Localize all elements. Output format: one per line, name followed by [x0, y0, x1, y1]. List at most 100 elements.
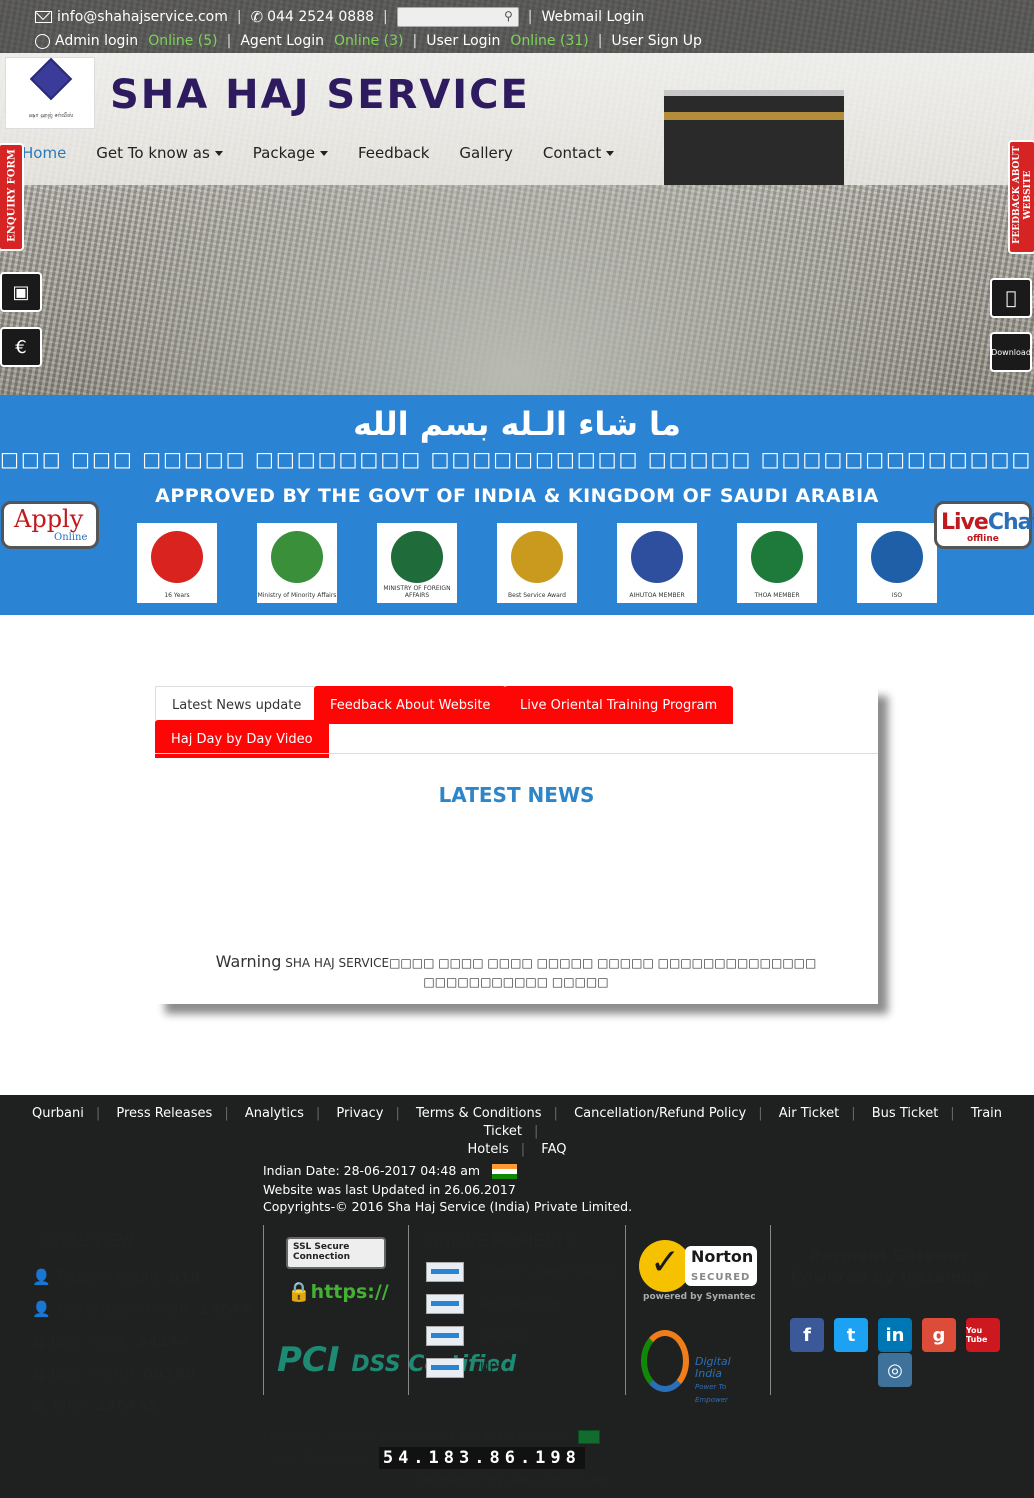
payment-label: Credit & Debit Cards	[480, 1264, 614, 1280]
pci-label: PCI	[277, 1340, 340, 1380]
badge-minority-affairs[interactable]: Ministry of Minority Affairs	[257, 523, 337, 603]
copyright: Copyrights-© 2016 Sha Haj Service (India…	[263, 1199, 633, 1214]
hijri-date: Hijri Date : Ithnin, 2 Shawwal 1438 AH 0…	[263, 1428, 601, 1444]
contact-row: info@shahajservice.com | ✆ 044 2524 0888…	[35, 7, 644, 27]
user-login-link[interactable]: User Login	[426, 33, 500, 49]
payment-net-banking: Net Banking	[426, 1294, 560, 1314]
youtube-icon[interactable]: You Tube	[966, 1318, 1000, 1352]
badge-experience[interactable]: 16 Years	[137, 523, 217, 603]
badge-caption: ISO	[891, 592, 903, 599]
currency-exchange-icon[interactable]: €	[0, 327, 42, 367]
digital-india-text: Digital India Power To Empower	[695, 1356, 759, 1406]
digital-india-name: Digital India	[695, 1355, 731, 1380]
badge-row: 16 Years Ministry of Minority Affairs MI…	[137, 523, 977, 603]
google-plus-icon[interactable]: g	[922, 1318, 956, 1352]
ip-label: Your IP Address :	[269, 1450, 373, 1466]
check-icon	[639, 1240, 691, 1292]
nav-contact[interactable]: Contact	[543, 144, 615, 162]
footer-link-press[interactable]: Press Releases	[116, 1106, 212, 1121]
badge-thoa[interactable]: THOA MEMBER	[737, 523, 817, 603]
tab-latest-news[interactable]: Latest News update	[155, 686, 319, 724]
badge-aihutoa[interactable]: AIHUTOA MEMBER	[617, 523, 697, 603]
linkedin-icon[interactable]: in	[878, 1318, 912, 1352]
feedback-about-website-tab[interactable]: FEEDBACK ABOUT WEBSITE	[1008, 140, 1034, 254]
payment-label: UPI	[480, 1360, 502, 1376]
site-logo[interactable]: ஷா ஹஜ் சர்வீஸ்	[5, 57, 95, 129]
admin-online-count: Online (5)	[148, 33, 218, 49]
footer-links: Qurbani | Press Releases | Analytics | Priv…	[31, 1106, 1003, 1157]
contact-email[interactable]: info@shahajservice.com	[57, 9, 228, 25]
gateway-line-2: Powered by Instamojo	[790, 1268, 990, 1286]
badge-iso[interactable]: ISO	[857, 523, 937, 603]
norton-secured: SECURED	[691, 1272, 751, 1283]
app-download-icon[interactable]: 	[990, 278, 1032, 318]
badge-mark	[871, 531, 923, 583]
nav-get-to-know-label: Get To know as	[96, 144, 210, 162]
nav-package[interactable]: Package	[253, 144, 328, 162]
admin-login-link[interactable]: Admin login	[55, 33, 138, 49]
instagram-icon[interactable]: ◎	[878, 1353, 912, 1387]
nav-get-to-know[interactable]: Get To know as	[96, 144, 223, 162]
payment-gateway-text: Payment Gateway Powered by Instamojo	[790, 1246, 990, 1288]
card-icon	[426, 1262, 464, 1282]
footer-divider	[625, 1225, 626, 1395]
footer-link-hotels[interactable]: Hotels	[468, 1142, 509, 1157]
nav-feedback[interactable]: Feedback	[358, 144, 429, 162]
kaaba-band	[664, 112, 844, 120]
badge-mark	[511, 531, 563, 583]
nav-home[interactable]: Home	[22, 144, 66, 162]
brand-title[interactable]: SHA HAJ SERVICE	[110, 72, 530, 118]
yesterday-count-value: 14644	[198, 1300, 251, 1318]
footer-divider	[770, 1225, 771, 1395]
user-signup-link[interactable]: User Sign Up	[611, 33, 701, 49]
agent-login-link[interactable]: Agent Login	[240, 33, 324, 49]
warning-body-2: □□□□□□□□□□□ □□□□□	[423, 975, 609, 989]
footer-link-bus-ticket[interactable]: Bus Ticket	[872, 1106, 939, 1121]
feedback-tab-label: FEEDBACK ABOUT WEBSITE	[1012, 146, 1033, 244]
ssl-secure-badge: SSL Secure Connection	[286, 1237, 386, 1269]
digital-india-logo: Digital India Power To Empower	[641, 1326, 759, 1404]
apply-online-button[interactable]: Apply Online	[1, 501, 99, 549]
badge-mark	[151, 531, 203, 583]
enquiry-form-tab[interactable]: ENQUIRY FORM	[0, 143, 24, 251]
search-icon[interactable]: ⚲	[504, 9, 513, 23]
badge-best-service[interactable]: Best Service Award	[497, 523, 577, 603]
footer-link-air-ticket[interactable]: Air Ticket	[779, 1106, 839, 1121]
footer-link-qurbani[interactable]: Qurbani	[32, 1106, 84, 1121]
yesterday-count: 👤 Yesterday's Count: 14644	[32, 1300, 251, 1318]
last-updated: Website was last Updated in 26.06.2017	[263, 1182, 516, 1197]
search-input[interactable]: ⚲	[396, 7, 519, 27]
footer-link-cancellation[interactable]: Cancellation/Refund Policy	[574, 1106, 746, 1121]
https-label: https://	[310, 1281, 389, 1303]
badge-foreign-affairs[interactable]: MINISTRY OF FOREIGN AFFAIRS	[377, 523, 457, 603]
badge-caption: AIHUTOA MEMBER	[629, 592, 685, 599]
chevron-down-icon	[319, 151, 328, 156]
footer-link-terms[interactable]: Terms & Conditions	[416, 1106, 542, 1121]
warning-brand: SHA HAJ SERVICE	[285, 956, 390, 970]
saudi-flag-icon	[578, 1429, 601, 1444]
footer-link-privacy[interactable]: Privacy	[336, 1106, 383, 1121]
last-month-count: ▦ Last Month: 69566	[32, 1364, 196, 1382]
badge-mark	[631, 531, 683, 583]
facebook-icon[interactable]: f	[790, 1318, 824, 1352]
norton-text: Norton SECURED	[685, 1246, 757, 1286]
payment-label: Net Banking	[480, 1296, 560, 1312]
footer-link-faq[interactable]: FAQ	[541, 1142, 566, 1157]
developer-credit[interactable]: Developed By Anusuyaw3.com	[417, 1472, 611, 1487]
net-banking-icon	[426, 1294, 464, 1314]
norton-name: Norton	[691, 1247, 754, 1266]
yesterday-count-label: Yesterday's Count:	[55, 1300, 195, 1318]
webmail-login-link[interactable]: Webmail Login	[541, 9, 644, 25]
download-button[interactable]: Download	[990, 332, 1032, 372]
nav-gallery[interactable]: Gallery	[459, 144, 512, 162]
arabic-text: ما شاء الـله بسم الله	[353, 405, 681, 443]
contact-phone[interactable]: 044 2524 0888	[267, 9, 374, 25]
tab-feedback-about-website[interactable]: Feedback About Website	[314, 686, 507, 724]
tab-live-oriental-training[interactable]: Live Oriental Training Program	[504, 686, 734, 724]
tamil-text: □□□ □□□ □□□□□ □□□□□□□□ □□□□□□□□□□ □□□□□ …	[0, 447, 1034, 471]
twitter-icon[interactable]: t	[834, 1318, 868, 1352]
kaaba-icon[interactable]: ▣	[0, 272, 42, 312]
kaaba-image	[664, 90, 844, 185]
live-chat-button[interactable]: LiveChat offline	[934, 501, 1034, 549]
footer-link-analytics[interactable]: Analytics	[245, 1106, 304, 1121]
